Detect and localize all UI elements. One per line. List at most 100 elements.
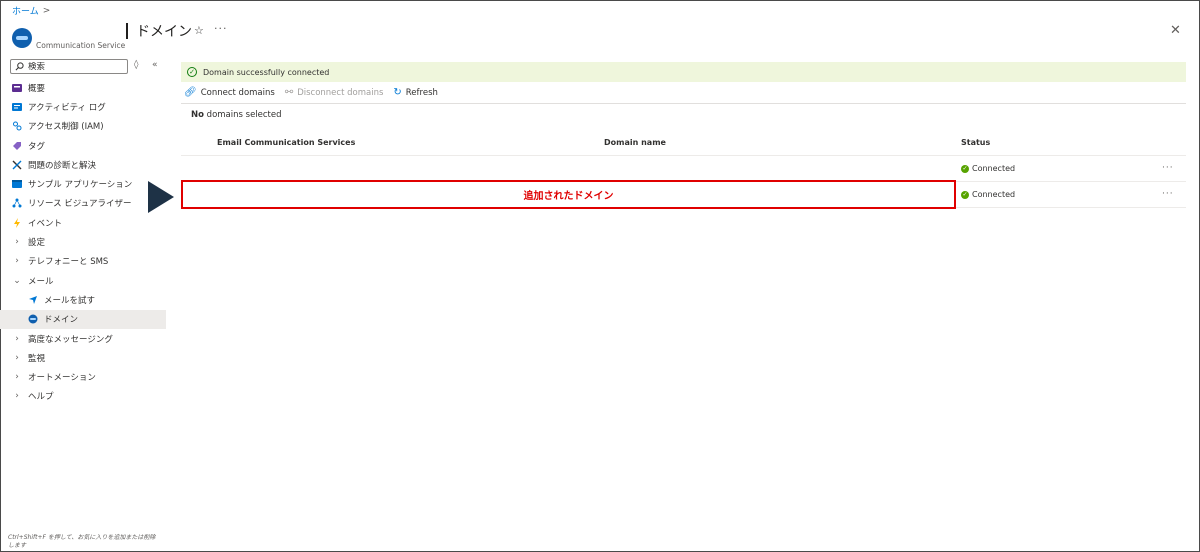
chevron-down-icon: ⌄ [13, 275, 21, 286]
sidebar-item-label: ドメイン [44, 315, 79, 326]
sidebar-item-iam[interactable]: アクセス制御 (IAM) [0, 117, 166, 136]
selection-count-value: No [191, 110, 204, 120]
chevron-right-icon: › [15, 372, 19, 383]
sidebar-item-settings[interactable]: › 設定 [0, 232, 166, 251]
banner-text: Domain successfully connected [203, 67, 330, 77]
sidebar-item-try-email[interactable]: メールを試す [0, 290, 166, 309]
iam-icon [12, 121, 22, 131]
sidebar-item-label: 監視 [28, 353, 46, 364]
sidebar-item-label: リソース ビジュアライザー [28, 199, 132, 210]
chevron-right-icon: › [15, 256, 19, 267]
sidebar-item-diagnose[interactable]: 問題の診断と解決 [0, 155, 166, 174]
window-frame [0, 0, 1200, 552]
column-header-domain-name[interactable]: Domain name [604, 138, 666, 147]
sidebar-item-domains[interactable]: ドメイン [0, 309, 166, 329]
check-circle-icon: ✓ [187, 67, 197, 77]
favorites-shortcut-hint: Ctrl+Shift+F を押して、お気に入りを追加または削除します [8, 534, 156, 549]
diagnose-icon [12, 160, 22, 170]
resource-type-label: Communication Service [36, 41, 126, 50]
activity-log-icon [12, 102, 22, 112]
sidebar-item-email[interactable]: ⌄ メール [0, 271, 166, 290]
sidebar-item-label: イベント [28, 218, 63, 229]
connect-domains-label: Connect domains [200, 87, 275, 98]
command-toolbar: 🔗︎ Connect domains ⚯ Disconnect domains … [184, 87, 438, 98]
sidebar-item-telephony-sms[interactable]: › テレフォニーと SMS [0, 252, 166, 271]
sidebar-item-label: 設定 [28, 238, 46, 249]
sidebar-item-tags[interactable]: タグ [0, 136, 166, 155]
sidebar-item-label: 高度なメッセージング [28, 334, 113, 345]
sidebar-item-advanced-messaging[interactable]: › 高度なメッセージング [0, 329, 166, 348]
sidebar-item-activity-log[interactable]: アクティビティ ログ [0, 97, 166, 116]
sidebar-item-label: アクセス制御 (IAM) [28, 122, 104, 133]
sidebar-item-label: テレフォニーと SMS [28, 257, 109, 268]
sidebar-item-label: ヘルプ [28, 392, 54, 403]
chevron-right-icon: › [15, 237, 19, 248]
row-2-more-icon[interactable]: ··· [1162, 189, 1174, 199]
refresh-icon: ↻ [393, 87, 402, 98]
domain-icon [28, 314, 38, 324]
page-title-text: ドメイン [136, 24, 192, 40]
toolbar-divider [181, 103, 1186, 104]
sidebar-item-automation[interactable]: › オートメーション [0, 367, 166, 386]
search-input[interactable] [28, 61, 118, 72]
annotation-label: 追加されたドメイン [523, 191, 614, 202]
sidebar-item-label: オートメーション [28, 373, 96, 384]
collapse-sidebar-icon[interactable]: « [152, 60, 158, 70]
sidebar-search[interactable] [10, 59, 128, 74]
overview-icon [12, 83, 22, 93]
breadcrumb-home-link[interactable]: ホーム [12, 4, 39, 17]
column-header-email-services[interactable]: Email Communication Services [217, 138, 355, 147]
chevron-right-icon: › [15, 391, 19, 402]
sidebar-nav: 概要 アクティビティ ログ アクセス制御 (IAM) タグ 問題の診断と解決 サ… [0, 78, 166, 406]
breadcrumb: ホーム > [12, 4, 51, 18]
sort-toggle-icon[interactable]: ◊ [134, 60, 138, 70]
selection-count-suffix: domains selected [203, 110, 282, 120]
try-email-icon [28, 295, 38, 305]
status-text: Connected [972, 164, 1016, 173]
sidebar-item-label: 概要 [28, 83, 46, 94]
refresh-label: Refresh [405, 87, 438, 98]
annotation-highlight-box: 追加されたドメイン [181, 180, 956, 209]
link-icon: 🔗︎ [184, 87, 197, 98]
selection-count: No domains selected [191, 110, 282, 120]
sidebar-item-label: タグ [28, 141, 46, 152]
sidebar-item-overview[interactable]: 概要 [0, 78, 166, 97]
sidebar-item-label: アクティビティ ログ [28, 102, 106, 113]
header-divider [181, 155, 1186, 156]
annotation-arrow-icon [148, 181, 174, 213]
chevron-right-icon: › [15, 352, 19, 363]
connect-domains-button[interactable]: 🔗︎ Connect domains [184, 87, 275, 98]
sidebar-item-sample-apps[interactable]: サンプル アプリケーション [0, 174, 166, 193]
sidebar-item-help[interactable]: › ヘルプ [0, 387, 166, 406]
sidebar-item-events[interactable]: イベント [0, 213, 166, 232]
breadcrumb-separator: > [42, 5, 51, 16]
disconnect-domains-label: Disconnect domains [297, 87, 384, 98]
sidebar-item-label: サンプル アプリケーション [28, 180, 133, 191]
sidebar-item-monitoring[interactable]: › 監視 [0, 348, 166, 367]
sidebar-item-label: メールを試す [44, 295, 96, 306]
row-1-more-icon[interactable]: ··· [1162, 163, 1174, 173]
sidebar-item-resource-visualizer[interactable]: リソース ビジュアライザー [0, 194, 166, 213]
resource-visualizer-icon [12, 198, 22, 208]
connected-check-icon: ✓ [961, 164, 969, 173]
status-text: Connected [972, 190, 1016, 199]
success-banner: ✓ Domain successfully connected [181, 62, 1186, 82]
tag-icon [12, 141, 22, 151]
communication-service-icon [12, 28, 32, 48]
column-header-status[interactable]: Status [961, 138, 990, 147]
refresh-button[interactable]: ↻ Refresh [393, 87, 438, 98]
page-title: ドメイン [126, 21, 192, 41]
favorite-star-icon[interactable]: ☆ [194, 24, 204, 37]
connected-check-icon: ✓ [961, 190, 969, 199]
unlink-icon: ⚯ [284, 87, 294, 98]
more-options-icon[interactable]: ··· [214, 22, 228, 35]
chevron-right-icon: › [15, 333, 19, 344]
row-2-status: ✓ Connected [961, 190, 1015, 199]
sidebar-item-label: 問題の診断と解決 [28, 160, 97, 171]
title-bar-divider [126, 23, 128, 39]
search-icon [15, 62, 24, 71]
disconnect-domains-button[interactable]: ⚯ Disconnect domains [285, 87, 384, 98]
sidebar-item-label: メール [28, 276, 54, 287]
close-icon[interactable]: ✕ [1170, 23, 1181, 38]
row-1-status: ✓ Connected [961, 164, 1015, 173]
